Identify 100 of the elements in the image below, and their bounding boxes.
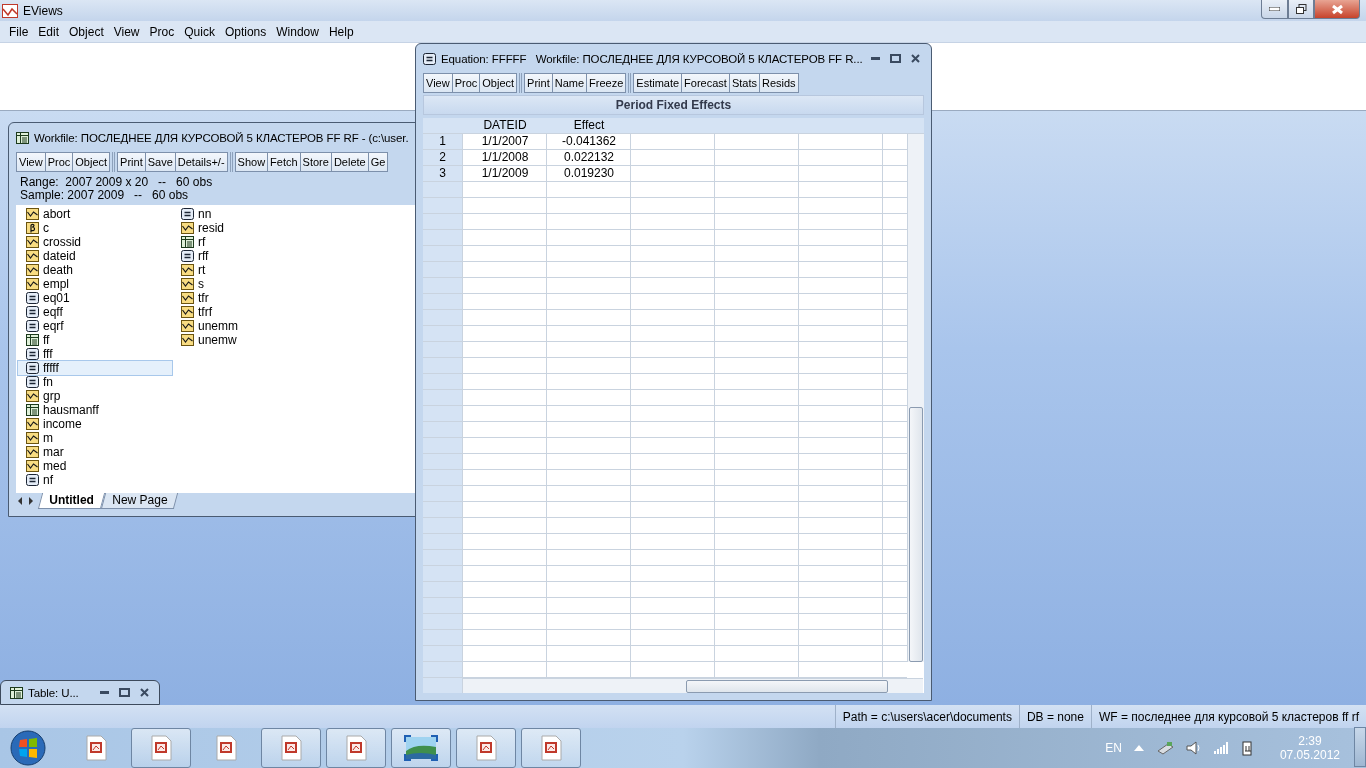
toolbar-button[interactable]: Delete (330, 152, 369, 172)
object-item[interactable]: m (18, 431, 172, 445)
object-item[interactable]: fff (18, 347, 172, 361)
taskbar-button[interactable] (521, 728, 581, 768)
object-item[interactable]: hausmanff (18, 403, 172, 417)
menu-item[interactable]: Proc (144, 24, 180, 39)
object-item[interactable]: rff (173, 249, 327, 263)
restore-button[interactable] (1288, 0, 1314, 19)
window-title: EViews (23, 3, 63, 18)
object-item[interactable]: nn (173, 207, 327, 221)
toolbar-button[interactable]: Ge (367, 152, 389, 172)
close-button[interactable] (1314, 0, 1360, 19)
object-item[interactable]: empl (18, 277, 172, 291)
equation-icon (26, 348, 39, 360)
speaker-icon[interactable] (1185, 741, 1202, 755)
menu-item[interactable]: Quick (179, 24, 220, 39)
toolbar-button[interactable]: Print (524, 73, 553, 93)
toolbar-button[interactable]: View (423, 73, 453, 93)
object-item[interactable]: c (18, 221, 172, 235)
start-button[interactable] (8, 729, 48, 767)
object-item[interactable]: tfr (173, 291, 327, 305)
object-item[interactable]: unemw (173, 333, 327, 347)
line-chart-icon (181, 334, 194, 346)
object-item[interactable]: nf (18, 473, 172, 487)
vertical-scrollbar[interactable] (907, 134, 924, 662)
battery-plug-icon[interactable] (1241, 740, 1254, 756)
object-item[interactable]: s (173, 277, 327, 291)
page-tab[interactable]: Untitled (37, 493, 105, 509)
object-item[interactable]: eqrf (18, 319, 172, 333)
minimized-window[interactable]: Table: U... (0, 680, 160, 705)
toolbar-button[interactable]: View (16, 152, 46, 172)
menu-item[interactable]: File (4, 24, 34, 39)
line-chart-icon (181, 278, 194, 290)
toolbar-button[interactable]: Print (117, 152, 146, 172)
scroll-arrows-icon[interactable] (18, 497, 34, 505)
menu-item[interactable]: Help (323, 24, 359, 39)
document-icon (475, 735, 497, 761)
object-item[interactable]: fn (18, 375, 172, 389)
close-icon[interactable] (911, 54, 920, 63)
object-item[interactable]: crossid (18, 235, 172, 249)
toolbar-button[interactable]: Object (479, 73, 518, 93)
menu-item[interactable]: Window (271, 24, 324, 39)
object-item[interactable]: resid (173, 221, 327, 235)
object-item[interactable]: abort (18, 207, 172, 221)
object-item[interactable]: fffff (18, 361, 172, 375)
object-item[interactable]: mar (18, 445, 172, 459)
scrollbar-thumb[interactable] (909, 407, 923, 662)
page-tab[interactable]: New Page (100, 493, 179, 509)
table-icon (10, 686, 23, 699)
object-item[interactable]: rt (173, 263, 327, 277)
maximize-icon[interactable] (119, 688, 130, 697)
scrollbar-thumb[interactable] (686, 680, 888, 693)
taskbar-button[interactable] (261, 728, 321, 768)
object-item[interactable]: death (18, 263, 172, 277)
toolbar-button[interactable]: Forecast (681, 73, 730, 93)
object-item[interactable]: tfrf (173, 305, 327, 319)
line-chart-icon (26, 264, 39, 276)
menu-item[interactable]: Object (64, 24, 109, 39)
clock-time: 2:39 (1298, 734, 1322, 748)
object-item[interactable]: grp (18, 389, 172, 403)
object-item[interactable]: eq01 (18, 291, 172, 305)
object-item[interactable]: income (18, 417, 172, 431)
show-desktop-button[interactable] (1354, 727, 1366, 767)
maximize-icon[interactable] (890, 54, 901, 63)
object-item[interactable]: med (18, 459, 172, 473)
taskbar-button[interactable] (326, 728, 386, 768)
equation-icon (181, 208, 194, 220)
equation-icon (26, 362, 39, 374)
line-chart-icon (26, 432, 39, 444)
window-title: Table: U... (28, 686, 79, 699)
horizontal-scrollbar[interactable] (463, 678, 923, 693)
minimize-button[interactable] (1261, 0, 1288, 19)
toolbar-button[interactable]: Resids (758, 73, 799, 93)
row-number: 3 (438, 166, 447, 182)
table-icon (16, 131, 29, 144)
taskbar-button[interactable] (456, 728, 516, 768)
toolbar-button[interactable]: Details+/- (174, 152, 228, 172)
usb-device-icon[interactable] (1155, 741, 1174, 755)
toolbar-button[interactable]: Store (299, 152, 332, 172)
menu-item[interactable]: View (108, 24, 145, 39)
close-icon[interactable] (140, 688, 149, 697)
object-item[interactable]: eqff (18, 305, 172, 319)
toolbar-button[interactable]: Fetch (267, 152, 301, 172)
toolbar-button[interactable]: Stats (728, 73, 760, 93)
toolbar-button[interactable]: Estimate (633, 73, 683, 93)
toolbar-button[interactable]: Save (144, 152, 176, 172)
object-item[interactable]: dateid (18, 249, 172, 263)
toolbar-button[interactable]: Freeze (586, 73, 627, 93)
toolbar-button[interactable]: Show (234, 152, 269, 172)
object-item[interactable]: rf (173, 235, 327, 249)
taskbar-button[interactable] (131, 728, 191, 768)
toolbar-button[interactable]: Object (72, 152, 111, 172)
toolbar-button[interactable]: Name (551, 73, 588, 93)
table-icon (26, 334, 39, 346)
menu-item[interactable]: Edit (33, 24, 65, 39)
object-item[interactable]: ff (18, 333, 172, 347)
document-icon (280, 735, 302, 761)
menu-item[interactable]: Options (219, 24, 272, 39)
taskbar-button[interactable] (391, 728, 451, 768)
object-item[interactable]: unemm (173, 319, 327, 333)
